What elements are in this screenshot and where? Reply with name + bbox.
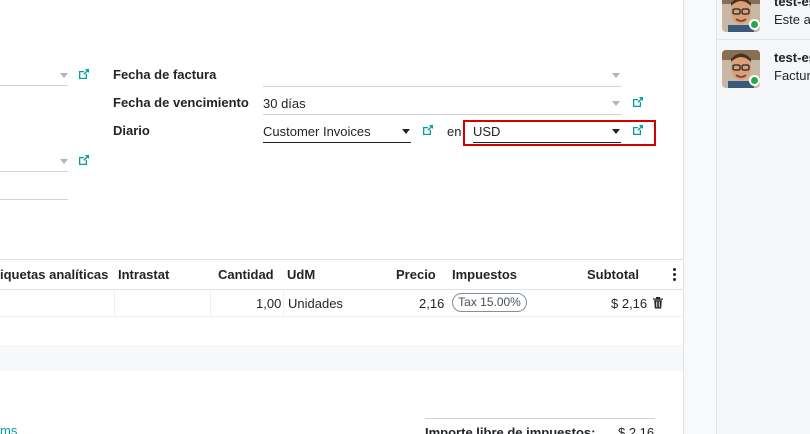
row-price[interactable]: 2,16 (419, 296, 444, 311)
untaxed-amount-value: $ 2,16 (618, 425, 655, 434)
delivery-address-external-link-icon[interactable] (78, 154, 90, 166)
column-separator (210, 290, 211, 316)
online-status-icon (749, 19, 760, 30)
message-body: Factur (774, 68, 810, 83)
reference-field[interactable] (0, 199, 68, 200)
row-uom[interactable]: Unidades (288, 296, 343, 311)
add-line-link-fragment[interactable]: ms (0, 423, 17, 434)
currency-highlight-box (463, 120, 656, 146)
column-header-quantity[interactable]: Cantidad (218, 267, 274, 282)
currency-connector-text: en (447, 124, 462, 139)
message-divider (717, 39, 810, 40)
add-line-band[interactable] (0, 345, 683, 371)
tax-badge[interactable]: Tax 15.00% (452, 293, 527, 312)
untaxed-amount-label: Importe libre de impuestos: (425, 425, 596, 434)
column-header-uom[interactable]: UdM (287, 267, 315, 282)
table-header-border (0, 289, 683, 290)
chatter-message[interactable]: test-es Este as (722, 0, 810, 42)
row-subtotal: $ 2,16 (611, 296, 648, 311)
invoice-date-label: Fecha de factura (113, 67, 217, 82)
column-header-price[interactable]: Precio (396, 267, 436, 282)
table-top-border (0, 259, 683, 260)
message-author[interactable]: test-es (774, 50, 810, 65)
journal-label: Diario (113, 123, 150, 138)
totals-divider (425, 418, 655, 419)
partner-external-link-icon[interactable] (78, 68, 90, 80)
delete-row-icon[interactable] (652, 296, 664, 309)
row-border (0, 316, 683, 317)
online-status-icon (749, 75, 760, 86)
column-header-intrastat[interactable]: Intrastat (118, 267, 169, 282)
journal-external-link-icon[interactable] (422, 124, 434, 136)
chatter-message[interactable]: test-es Factur (722, 50, 810, 98)
due-date-external-link-icon[interactable] (632, 96, 644, 108)
column-separator (283, 290, 284, 316)
column-header-subtotal[interactable]: Subtotal (587, 267, 639, 282)
message-author[interactable]: test-es (774, 0, 810, 9)
column-separator (114, 290, 115, 316)
column-header-analytic-tags[interactable]: iquetas analíticas (0, 267, 108, 282)
row-quantity[interactable]: 1,00 (256, 296, 281, 311)
due-date-label: Fecha de vencimiento (113, 95, 249, 110)
column-header-taxes[interactable]: Impuestos (452, 267, 517, 282)
column-options-icon[interactable] (673, 268, 677, 282)
message-body: Este as (774, 12, 810, 27)
